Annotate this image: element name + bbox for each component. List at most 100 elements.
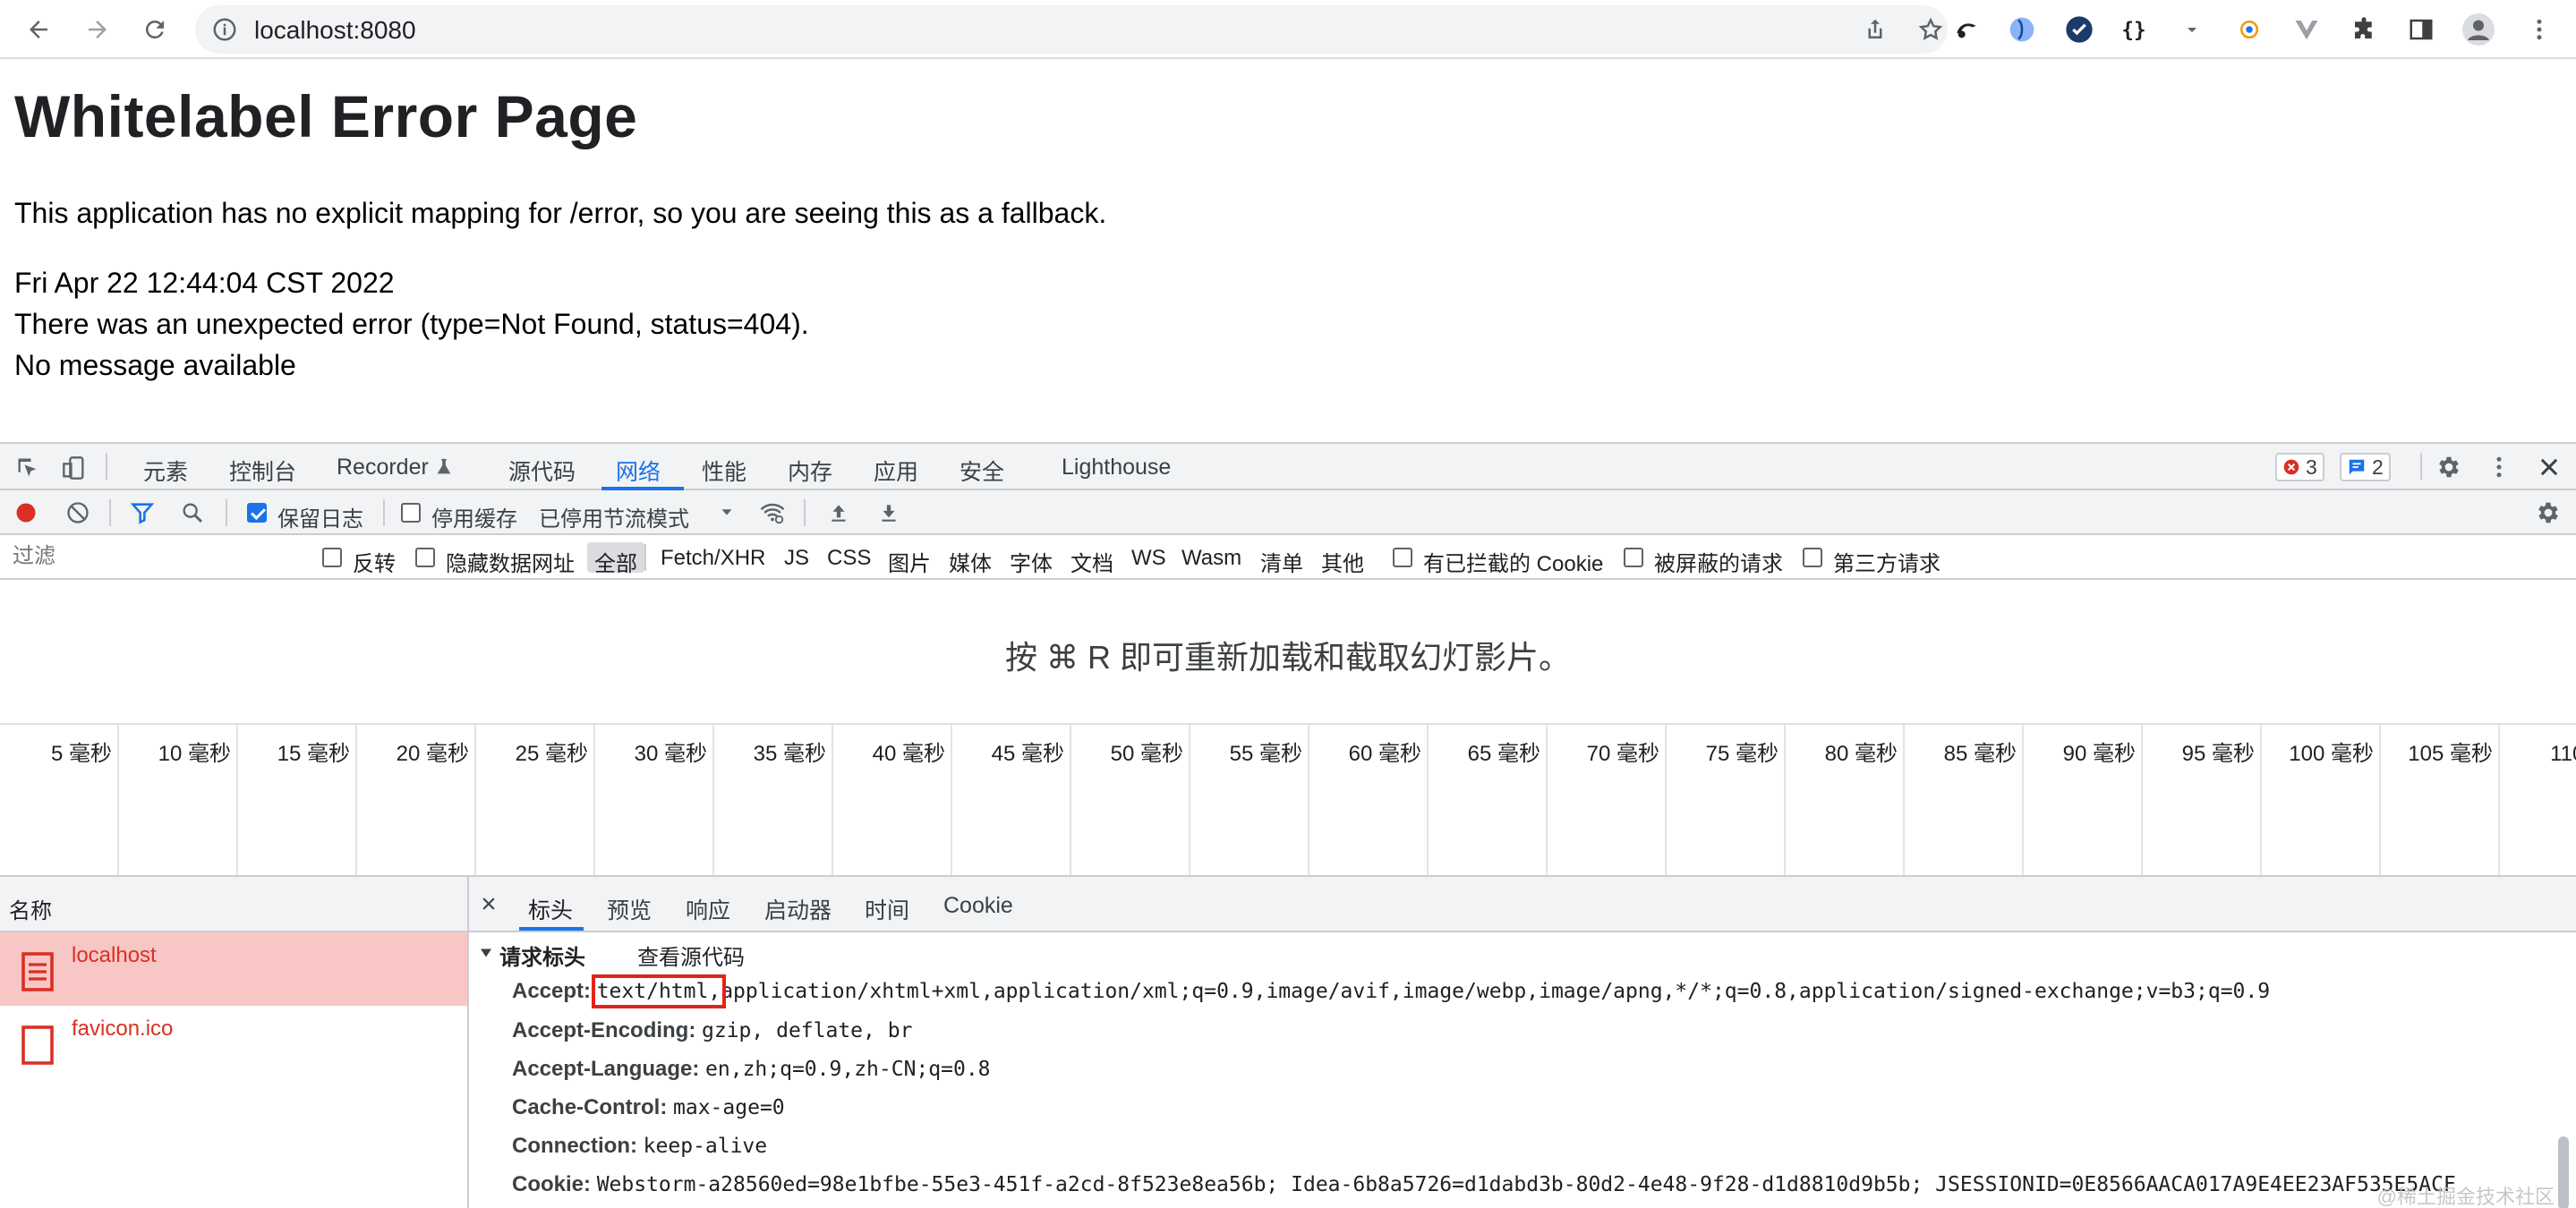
- chevron-down-icon[interactable]: [2175, 13, 2209, 47]
- devtools-panel: 元素 控制台 Recorder 源代码 网络 性能 内存 应用 安全 Light…: [0, 442, 2576, 1208]
- disable-cache-checkbox[interactable]: [401, 503, 421, 523]
- tab-console[interactable]: 控制台: [229, 455, 296, 487]
- kebab-menu-icon[interactable]: [2522, 13, 2556, 47]
- timeline-tick-label: 45 毫秒: [991, 742, 1064, 766]
- disable-cache-label[interactable]: 停用缓存: [431, 501, 517, 532]
- header-value: max-age=0: [673, 1096, 785, 1119]
- details-scrollbar[interactable]: [2558, 1136, 2569, 1208]
- blocked-cookies-checkbox[interactable]: [1393, 548, 1412, 567]
- type-filter-fetch-xhr[interactable]: Fetch/XHR: [661, 546, 765, 571]
- request-details: 标头 预览 响应 启动器 时间 Cookie 请求标头 查看源代码 Accept…: [469, 877, 2576, 1208]
- third-party-checkbox[interactable]: [1803, 548, 1822, 567]
- forward-button[interactable]: [77, 9, 118, 50]
- view-source-link[interactable]: 查看源代码: [637, 940, 745, 971]
- side-panel-icon[interactable]: [2404, 13, 2438, 47]
- invert-label[interactable]: 反转: [353, 546, 396, 577]
- request-row-localhost[interactable]: localhost: [0, 932, 467, 1006]
- type-filter-font[interactable]: 字体: [1010, 546, 1053, 577]
- throttling-select[interactable]: 已停用节流模式: [539, 501, 689, 532]
- timeline-overview[interactable]: 5 毫秒 10 毫秒 15 毫秒 20 毫秒 25 毫秒 30 毫秒 35 毫秒 40 毫秒 4…: [0, 725, 2576, 877]
- type-filter-other[interactable]: 其他: [1321, 546, 1364, 577]
- share-icon[interactable]: [1860, 14, 1890, 45]
- tab-cookies[interactable]: Cookie: [943, 893, 1013, 919]
- tab-preview[interactable]: 预览: [607, 893, 652, 925]
- import-har-icon[interactable]: [825, 499, 852, 526]
- name-column-header: 名称: [9, 899, 52, 923]
- preserve-log-checkbox[interactable]: [247, 503, 267, 523]
- type-filter-img[interactable]: 图片: [888, 546, 931, 577]
- tab-headers[interactable]: 标头: [528, 893, 573, 925]
- header-row-cache-control: Cache-Control: max-age=0: [512, 1095, 785, 1120]
- tab-lighthouse[interactable]: Lighthouse: [1062, 455, 1171, 481]
- request-row-favicon[interactable]: favicon.ico: [0, 1006, 467, 1079]
- chevron-down-icon[interactable]: [716, 501, 738, 523]
- triangle-down-icon[interactable]: [478, 945, 494, 961]
- type-filter-js[interactable]: JS: [784, 546, 809, 571]
- filter-input[interactable]: [4, 540, 299, 573]
- type-filter-css[interactable]: CSS: [827, 546, 871, 571]
- error-icon: [2283, 459, 2299, 475]
- extension-gear-icon[interactable]: [2232, 13, 2266, 47]
- extension-check-icon[interactable]: [2062, 13, 2096, 47]
- type-filter-all[interactable]: 全部: [587, 542, 644, 576]
- tab-recorder[interactable]: Recorder: [337, 455, 429, 481]
- record-icon[interactable]: [13, 499, 39, 526]
- message-count-badge[interactable]: 2: [2340, 453, 2391, 481]
- close-details-icon[interactable]: [476, 891, 501, 916]
- request-list-header[interactable]: 名称: [0, 877, 467, 932]
- close-devtools-icon[interactable]: [2533, 451, 2565, 483]
- invert-checkbox[interactable]: [322, 548, 342, 567]
- devtools-menu-icon[interactable]: [2483, 451, 2515, 483]
- type-filter-doc[interactable]: 文档: [1070, 546, 1113, 577]
- request-list: 名称 localhost favicon.ico: [0, 877, 469, 1208]
- hide-data-urls-label[interactable]: 隐藏数据网址: [446, 546, 575, 577]
- profile-avatar-icon[interactable]: [2461, 13, 2495, 47]
- network-settings-gear-icon[interactable]: [2533, 498, 2563, 528]
- blocked-cookies-label[interactable]: 有已拦截的 Cookie: [1423, 546, 1603, 577]
- extension-braces-icon[interactable]: {}: [2118, 13, 2152, 47]
- hide-data-urls-checkbox[interactable]: [415, 548, 435, 567]
- tab-initiator[interactable]: 启动器: [764, 893, 832, 925]
- tab-elements[interactable]: 元素: [143, 455, 188, 487]
- tab-network[interactable]: 网络: [616, 455, 661, 487]
- bookmark-star-icon[interactable]: [1915, 14, 1946, 45]
- header-row-accept-encoding: Accept-Encoding: gzip, deflate, br: [512, 1018, 912, 1043]
- export-har-icon[interactable]: [875, 499, 902, 526]
- arrow-right-icon: [89, 21, 107, 38]
- clear-icon[interactable]: [64, 499, 91, 526]
- filter-funnel-icon[interactable]: [129, 499, 156, 526]
- inspect-element-icon[interactable]: [13, 453, 43, 483]
- section-title-request-headers[interactable]: 请求标头: [499, 940, 585, 971]
- device-toolbar-icon[interactable]: [59, 453, 90, 483]
- type-filter-media[interactable]: 媒体: [949, 546, 992, 577]
- tab-timing[interactable]: 时间: [865, 893, 909, 925]
- reload-button[interactable]: [134, 9, 175, 50]
- blocked-requests-checkbox[interactable]: [1624, 548, 1643, 567]
- timeline-tick: 5 毫秒: [0, 725, 119, 875]
- address-bar[interactable]: localhost:8080: [195, 5, 1948, 54]
- url-text[interactable]: localhost:8080: [254, 16, 416, 45]
- tab-performance[interactable]: 性能: [702, 455, 746, 487]
- type-filter-manifest[interactable]: 清单: [1260, 546, 1303, 577]
- preserve-log-label[interactable]: 保留日志: [277, 501, 363, 532]
- extension-vue-icon[interactable]: [2290, 13, 2324, 47]
- tab-sources[interactable]: 源代码: [508, 455, 576, 487]
- back-button[interactable]: [18, 9, 59, 50]
- network-conditions-icon[interactable]: [757, 499, 788, 526]
- third-party-label[interactable]: 第三方请求: [1833, 546, 1941, 577]
- timeline-tick-label: 105 毫秒: [2408, 742, 2493, 766]
- info-icon[interactable]: [211, 16, 238, 43]
- blocked-requests-label[interactable]: 被屏蔽的请求: [1654, 546, 1783, 577]
- extension-sync-icon[interactable]: [1949, 13, 1983, 47]
- puzzle-icon[interactable]: [2347, 13, 2381, 47]
- tab-security[interactable]: 安全: [960, 455, 1004, 487]
- tab-memory[interactable]: 内存: [788, 455, 832, 487]
- type-filter-ws[interactable]: WS: [1131, 546, 1166, 571]
- tab-response[interactable]: 响应: [686, 893, 730, 925]
- search-icon[interactable]: [179, 499, 206, 526]
- extension-globe-icon[interactable]: [2005, 13, 2039, 47]
- type-filter-wasm[interactable]: Wasm: [1181, 546, 1241, 571]
- settings-gear-icon[interactable]: [2433, 451, 2465, 483]
- error-count-badge[interactable]: 3: [2275, 453, 2324, 481]
- tab-application[interactable]: 应用: [874, 455, 918, 487]
